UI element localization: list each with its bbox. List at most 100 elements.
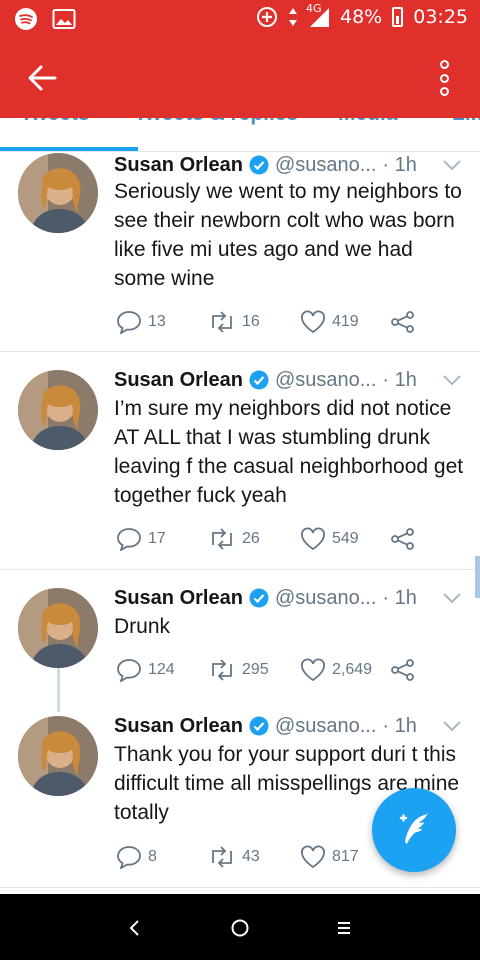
nav-home-icon [231,919,249,937]
handle[interactable]: @susano... [275,587,376,610]
battery-icon [392,7,404,27]
compose-tweet-icon [399,812,428,844]
reply-count: 124 [148,661,175,678]
network-type: 4G [306,2,322,15]
avatar[interactable] [18,588,98,668]
avatar[interactable] [18,370,98,450]
reply-button[interactable]: 8 [116,845,208,869]
reply-icon [117,311,141,334]
reply-count: 8 [148,848,157,865]
retweet-count: 43 [242,848,260,865]
reply-icon [117,846,141,869]
reply-count: 17 [148,530,166,547]
like-button[interactable]: 419 [300,310,390,334]
reply-button[interactable]: 17 [116,527,208,551]
tab-media[interactable]: Media [338,118,398,126]
tab-tweets[interactable]: Tweets [20,118,90,126]
app-bar [0,38,480,118]
retweet-button[interactable]: 43 [208,846,300,868]
share-icon [391,528,414,550]
timestamp: · 1h [382,714,417,737]
like-button[interactable]: 2,649 [300,658,390,682]
chevron-down-icon[interactable] [442,592,462,604]
nav-back-icon [129,920,139,936]
like-count: 2,649 [332,661,373,678]
heart-icon [301,658,325,682]
retweet-icon [212,846,232,868]
reply-button[interactable]: 13 [116,310,208,334]
more-vertical-icon [439,60,449,69]
display-name[interactable]: Susan Orlean [114,154,243,177]
chevron-down-icon[interactable] [442,720,462,732]
nav-home-button[interactable] [210,908,270,948]
nav-recents-button[interactable] [314,908,374,948]
timestamp: · 1h [382,153,417,176]
data-arrows-icon [288,7,298,27]
retweet-icon [212,659,232,681]
retweet-button[interactable]: 16 [208,311,300,333]
retweet-icon [212,311,232,333]
reply-icon [117,528,141,551]
gallery-icon [52,8,76,30]
verified-badge-icon [249,155,269,175]
system-nav-bar [0,894,480,960]
retweet-count: 16 [242,313,260,330]
tweet[interactable]: Susan Orlean @susano... · 1h Seriously w… [0,152,480,352]
profile-tabs: Tweets Tweets & replies Media Lik [0,118,480,152]
tweet-feed[interactable]: Susan Orlean @susano... · 1h Seriously w… [0,152,480,894]
like-button[interactable]: 549 [300,527,390,551]
retweet-count: 295 [242,661,269,678]
signal-icon: 4G [306,2,330,28]
handle[interactable]: @susano... [275,154,376,177]
display-name[interactable]: Susan Orlean [114,369,243,392]
heart-icon [301,845,325,869]
tweet-text: Seriously we went to my neighbors to see… [114,180,462,290]
tab-tweets-replies[interactable]: Tweets & replies [134,118,298,126]
retweet-count: 26 [242,530,260,547]
data-saver-icon [256,6,278,28]
retweet-icon [212,528,232,550]
tweet-actions: 124 295 2,649 [116,655,416,685]
nav-back-button[interactable] [104,908,164,948]
share-button[interactable] [390,658,416,682]
share-button[interactable] [390,310,416,334]
tweet[interactable]: Susan Orlean @susano... · 1h Drunk 124 2… [0,570,480,712]
share-button[interactable] [390,527,416,551]
spotify-icon [14,7,38,31]
retweet-button[interactable]: 295 [208,659,300,681]
avatar[interactable] [18,153,98,233]
status-bar: 4G 48% 03:25 [0,0,480,38]
compose-tweet-button[interactable] [372,788,456,872]
nav-recents-icon [338,922,350,934]
verified-badge-icon [249,588,269,608]
tweet-actions: 8 43 817 [116,842,390,872]
chevron-down-icon[interactable] [442,159,462,171]
verified-badge-icon [249,716,269,736]
tweet-actions: 17 26 549 [116,524,416,554]
reply-button[interactable]: 124 [116,658,208,682]
arrow-left-icon [28,65,57,91]
display-name[interactable]: Susan Orlean [114,587,243,610]
more-options-button[interactable] [432,56,456,100]
handle[interactable]: @susano... [275,715,376,738]
verified-badge-icon [249,370,269,390]
scrollbar-thumb[interactable] [475,556,480,598]
handle[interactable]: @susano... [275,369,376,392]
timestamp: · 1h [382,586,417,609]
reply-icon [117,659,141,682]
chevron-down-icon[interactable] [442,374,462,386]
tweet[interactable]: Susan Orlean @susano... · 1h I’m sure my… [0,352,480,570]
like-count: 549 [332,530,359,547]
like-count: 419 [332,313,359,330]
share-icon [391,311,414,333]
battery-percent: 48% [340,6,383,28]
tweet-text: Drunk [114,615,171,638]
heart-icon [301,310,325,334]
back-button[interactable] [22,60,62,96]
avatar[interactable] [18,716,98,796]
display-name[interactable]: Susan Orlean [114,715,243,738]
tab-likes[interactable]: Lik [452,118,480,126]
retweet-button[interactable]: 26 [208,528,300,550]
active-tab-indicator [0,147,138,151]
like-count: 817 [332,848,359,865]
